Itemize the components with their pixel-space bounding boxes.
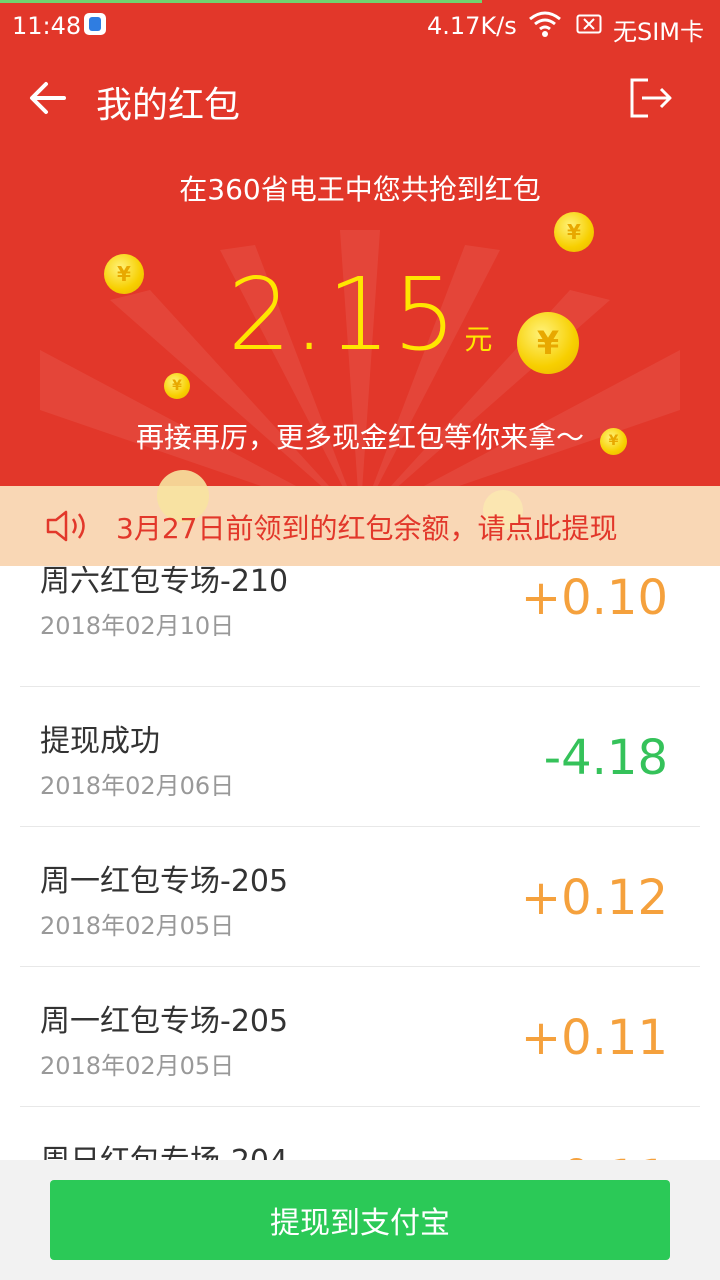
page-title: 我的红包 [96, 85, 241, 126]
transaction-title: 周一红包专场-205 [40, 1004, 289, 1039]
coin-icon: ¥ [600, 428, 627, 455]
transaction-row: 周日红包专场-204 +0.11 [20, 1106, 700, 1160]
transaction-title: 周日红包专场-204 [40, 1136, 288, 1160]
sim-status: 无SIM卡 [613, 18, 705, 46]
transaction-amount: +0.11 [521, 1150, 668, 1160]
coin-icon: ¥ [517, 312, 579, 374]
no-sim-icon [576, 14, 602, 34]
summary-caption: 在360省电王中您共抢到红包 [179, 173, 541, 206]
coin-icon: ¥ [554, 212, 594, 252]
transaction-amount: +0.11 [520, 1010, 668, 1066]
transaction-date: 2018年02月10日 [40, 612, 235, 640]
bottom-action-bar: 提现到支付宝 [0, 1160, 720, 1280]
withdraw-to-alipay-button[interactable]: 提现到支付宝 [50, 1180, 670, 1260]
transaction-row: 周一红包专场-205 2018年02月05日 +0.11 [20, 966, 700, 1107]
transaction-amount: +0.12 [520, 870, 668, 926]
transaction-title: 提现成功 [40, 724, 160, 759]
coin-icon: ¥ [104, 254, 144, 294]
transaction-date: 2018年02月05日 [40, 1052, 235, 1080]
amount-unit: 元 [464, 323, 493, 356]
status-time: 11:48 [12, 12, 82, 40]
wifi-icon [529, 11, 561, 37]
transaction-date: 2018年02月06日 [40, 772, 235, 800]
speaker-icon [46, 510, 85, 542]
arrow-left-icon[interactable] [28, 80, 68, 116]
transaction-row: 周一红包专场-205 2018年02月05日 +0.12 [20, 826, 700, 967]
status-bar: 11:48 4.17K/s 无SIM卡 [0, 0, 720, 50]
coin-icon: ¥ [164, 373, 190, 399]
transaction-date: 2018年02月05日 [40, 912, 235, 940]
transaction-amount: +0.10 [520, 570, 668, 626]
notice-text: 3月27日前领到的红包余额，请点此提现 [116, 512, 618, 545]
loading-progress-line [0, 0, 482, 3]
transaction-title: 周一红包专场-205 [40, 864, 289, 899]
transaction-row: 周六红包专场-210 2018年02月10日 +0.10 [20, 566, 700, 687]
network-speed: 4.17K/s [427, 12, 517, 40]
amount-value: 2.15 [227, 256, 459, 373]
exit-icon[interactable] [628, 76, 674, 120]
app-notification-icon [84, 13, 106, 35]
transaction-amount: -4.18 [543, 730, 668, 786]
transaction-list[interactable]: 周六红包专场-210 2018年02月10日 +0.10 提现成功 2018年0… [0, 566, 720, 1160]
transaction-title: 周六红包专场-210 [40, 566, 289, 599]
withdraw-notice-banner[interactable]: 3月27日前领到的红包余额，请点此提现 [0, 470, 720, 566]
red-packet-summary-header: 我的红包 在360省电王中您共抢到红包 2.15 元 再接再厉，更多现金红包等你来… [0, 50, 720, 486]
transaction-row: 提现成功 2018年02月06日 -4.18 [20, 686, 700, 827]
